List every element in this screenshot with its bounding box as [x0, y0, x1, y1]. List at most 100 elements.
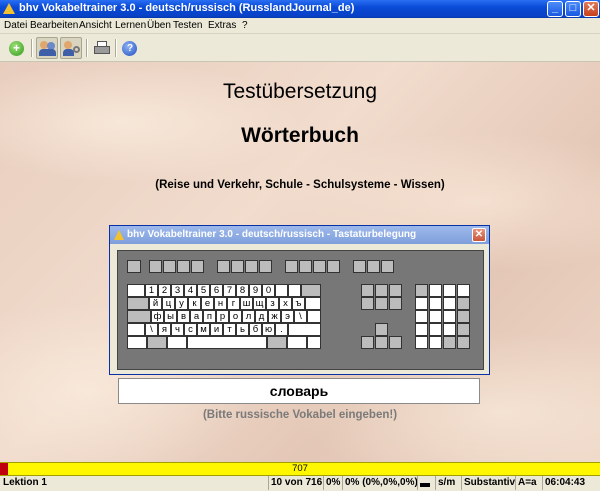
keyboard-key-blank[interactable] [375, 336, 388, 349]
keyboard-key-blank[interactable] [275, 284, 288, 297]
users-settings-button[interactable] [60, 37, 82, 59]
keyboard-key[interactable]: 4 [184, 284, 197, 297]
keyboard-key[interactable]: й [149, 297, 162, 310]
keyboard-key-blank[interactable] [429, 323, 442, 336]
keyboard-key-blank[interactable] [429, 284, 442, 297]
keyboard-key-blank[interactable] [147, 336, 167, 349]
keyboard-key-blank[interactable] [127, 260, 141, 273]
keyboard-key[interactable]: у [175, 297, 188, 310]
keyboard-key-blank[interactable] [307, 310, 321, 323]
maximize-button[interactable]: □ [565, 1, 581, 17]
keyboard-key-blank[interactable] [217, 260, 230, 273]
keyboard-key-blank[interactable] [231, 260, 244, 273]
keyboard-key-blank[interactable] [127, 310, 151, 323]
keyboard-key-blank[interactable] [267, 336, 287, 349]
keyboard-key-blank[interactable] [259, 260, 272, 273]
keyboard-key-blank[interactable] [457, 284, 470, 297]
keyboard-key[interactable]: ю [262, 323, 275, 336]
keyboard-key[interactable]: ы [164, 310, 177, 323]
keyboard-key-blank[interactable] [361, 284, 374, 297]
keyboard-key[interactable]: н [214, 297, 227, 310]
keyboard-key-blank[interactable] [415, 310, 428, 323]
keyboard-key-blank[interactable] [375, 284, 388, 297]
menu-lernen[interactable]: Lernen [115, 20, 146, 31]
keyboard-key-blank[interactable] [415, 284, 428, 297]
keyboard-key[interactable]: к [188, 297, 201, 310]
keyboard-key[interactable]: 6 [210, 284, 223, 297]
keyboard-key-blank[interactable] [245, 260, 258, 273]
keyboard-key[interactable]: б [249, 323, 262, 336]
keyboard-key[interactable]: 9 [249, 284, 262, 297]
keyboard-key-blank[interactable] [149, 260, 162, 273]
keyboard-key-blank[interactable] [443, 323, 456, 336]
keyboard-key-blank[interactable] [389, 297, 402, 310]
dialog-close-button[interactable]: ✕ [472, 228, 486, 242]
keyboard-key[interactable]: ц [162, 297, 175, 310]
keyboard-key-blank[interactable] [167, 336, 187, 349]
help-button[interactable]: ? [118, 37, 140, 59]
keyboard-key-blank[interactable] [327, 260, 340, 273]
keyboard-key[interactable]: 8 [236, 284, 249, 297]
keyboard-key-blank[interactable] [163, 260, 176, 273]
keyboard-key-blank[interactable] [177, 260, 190, 273]
keyboard-key-blank[interactable] [389, 284, 402, 297]
keyboard-key[interactable]: ж [268, 310, 281, 323]
keyboard-key[interactable]: а [190, 310, 203, 323]
keyboard-key[interactable]: и [210, 323, 223, 336]
keyboard-key[interactable]: м [197, 323, 210, 336]
keyboard-key[interactable]: 1 [145, 284, 158, 297]
keyboard-key-blank[interactable] [415, 336, 428, 349]
keyboard-key-blank[interactable] [367, 260, 380, 273]
keyboard-key[interactable]: 2 [158, 284, 171, 297]
keyboard-key-blank[interactable] [443, 297, 456, 310]
keyboard-key[interactable]: 5 [197, 284, 210, 297]
keyboard-key[interactable]: г [227, 297, 240, 310]
keyboard-key-blank[interactable] [299, 260, 312, 273]
keyboard-key-blank[interactable] [288, 284, 301, 297]
keyboard-key[interactable]: р [216, 310, 229, 323]
add-button[interactable]: + [5, 37, 27, 59]
users-button[interactable] [36, 37, 58, 59]
keyboard-key-blank[interactable] [305, 297, 321, 310]
keyboard-key-blank[interactable] [429, 310, 442, 323]
keyboard-key-blank[interactable] [457, 310, 470, 323]
keyboard-key-blank[interactable] [389, 336, 402, 349]
keyboard-key[interactable]: ш [240, 297, 253, 310]
keyboard-key-blank[interactable] [361, 336, 374, 349]
keyboard-key[interactable]: е [201, 297, 214, 310]
print-button[interactable] [90, 37, 112, 59]
keyboard-key[interactable]: ч [171, 323, 184, 336]
keyboard-key-blank[interactable] [191, 260, 204, 273]
keyboard-key-blank[interactable] [415, 297, 428, 310]
keyboard-key[interactable]: щ [253, 297, 266, 310]
keyboard-key-blank[interactable] [429, 336, 442, 349]
keyboard-key[interactable]: д [255, 310, 268, 323]
keyboard-key[interactable]: \ [145, 323, 158, 336]
keyboard-key-blank[interactable] [429, 297, 442, 310]
keyboard-key[interactable]: . [275, 323, 288, 336]
menu-extras[interactable]: Extras [208, 20, 236, 31]
keyboard-key-blank[interactable] [313, 260, 326, 273]
keyboard-key-blank[interactable] [375, 323, 388, 336]
keyboard-key[interactable]: ф [151, 310, 164, 323]
keyboard-key[interactable]: п [203, 310, 216, 323]
keyboard-key-blank[interactable] [457, 297, 470, 310]
keyboard-key[interactable]: в [177, 310, 190, 323]
keyboard-key-blank[interactable] [187, 336, 267, 349]
menu-help[interactable]: ? [242, 20, 248, 31]
menu-ansicht[interactable]: Ansicht [79, 20, 112, 31]
keyboard-key-blank[interactable] [415, 323, 428, 336]
keyboard-key-blank[interactable] [443, 284, 456, 297]
keyboard-key[interactable]: ъ [292, 297, 305, 310]
keyboard-key[interactable]: о [229, 310, 242, 323]
keyboard-key[interactable]: 0 [262, 284, 275, 297]
close-button[interactable]: ✕ [583, 1, 599, 17]
keyboard-key-blank[interactable] [127, 336, 147, 349]
keyboard-key-blank[interactable] [301, 284, 321, 297]
menu-ueben[interactable]: Üben [147, 20, 171, 31]
keyboard-key-blank[interactable] [127, 323, 145, 336]
keyboard-key-blank[interactable] [381, 260, 394, 273]
keyboard-key-blank[interactable] [443, 336, 456, 349]
keyboard-key[interactable]: я [158, 323, 171, 336]
keyboard-key-blank[interactable] [457, 336, 470, 349]
